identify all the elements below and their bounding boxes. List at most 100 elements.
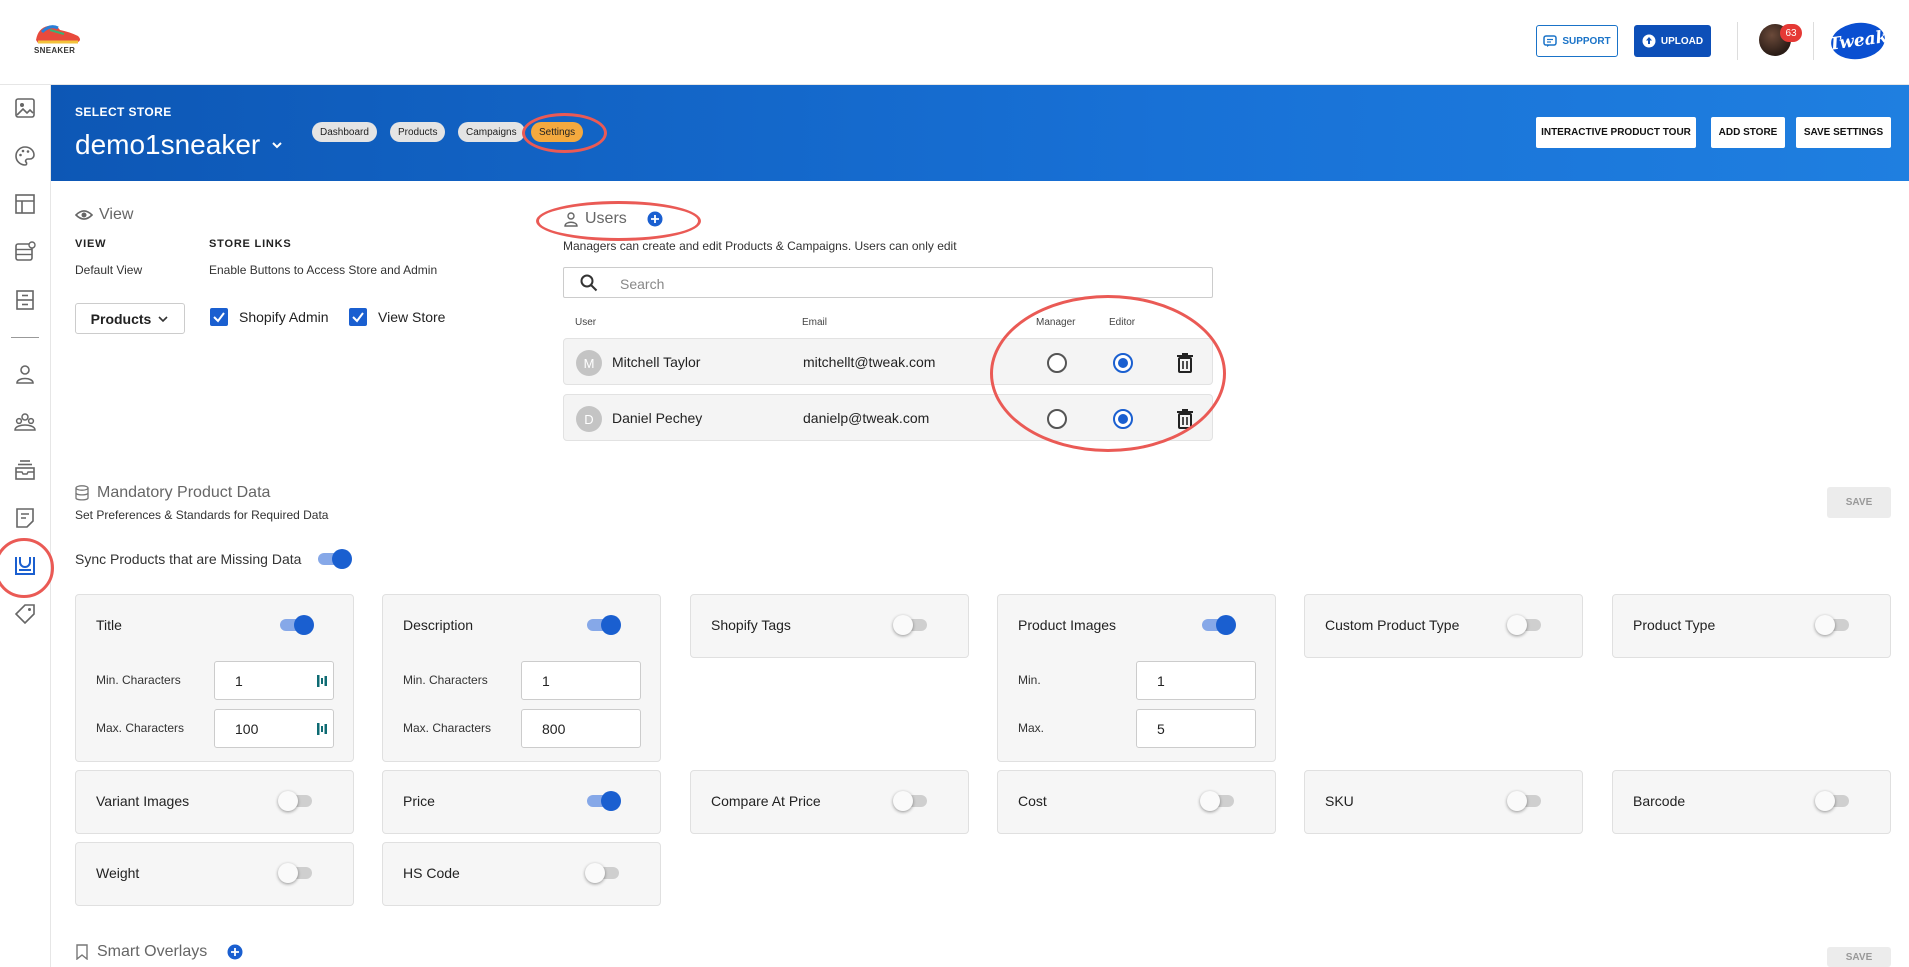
cost-toggle[interactable] — [1200, 791, 1236, 811]
max-characters-label: Max. Characters — [403, 721, 492, 735]
description-toggle[interactable] — [585, 615, 621, 635]
users-description: Managers can create and edit Products & … — [563, 239, 957, 253]
stack-icon — [75, 485, 89, 501]
user-icon[interactable] — [12, 361, 38, 387]
default-view-dropdown[interactable]: Products — [75, 303, 185, 334]
max-label: Max. — [1018, 721, 1045, 735]
smart-overlays-title: Smart Overlays — [75, 943, 243, 961]
min-characters-input[interactable]: 1 — [521, 661, 641, 700]
tag-icon[interactable] — [12, 601, 38, 627]
store-selector[interactable]: demo1sneaker — [75, 129, 284, 161]
price-card: Price — [382, 770, 661, 834]
layout-icon[interactable] — [12, 191, 38, 217]
palette-icon[interactable] — [12, 143, 38, 169]
mandatory-save-button[interactable]: SAVE — [1827, 487, 1891, 518]
store-settings-icon[interactable] — [12, 553, 38, 579]
min-characters-label: Min. Characters — [96, 673, 181, 687]
card-title: Variant Images — [96, 793, 190, 809]
smart-overlays-label: Smart Overlays — [97, 943, 208, 960]
editor-radio[interactable] — [1113, 353, 1133, 373]
add-overlay-icon[interactable] — [227, 944, 243, 960]
shopify-tags-toggle[interactable] — [893, 615, 929, 635]
user-search-field[interactable]: Search — [563, 267, 1213, 298]
min-characters-value: 1 — [235, 673, 243, 689]
inbox-stack-icon[interactable] — [12, 457, 38, 483]
weight-card: Weight — [75, 842, 354, 906]
product-images-toggle[interactable] — [1200, 615, 1236, 635]
manager-radio[interactable] — [1047, 409, 1067, 429]
view-label: VIEW — [75, 238, 107, 250]
card-title: Cost — [1018, 793, 1047, 809]
shopify-tags-card: Shopify Tags — [690, 594, 969, 658]
user-email: mitchellt@tweak.com — [803, 354, 936, 370]
trash-icon[interactable] — [1175, 352, 1195, 374]
sync-products-toggle[interactable] — [316, 549, 352, 569]
mandatory-section-title: Mandatory Product Data — [75, 484, 270, 502]
compare-at-price-toggle[interactable] — [893, 791, 929, 811]
barcode-toggle[interactable] — [1815, 791, 1851, 811]
variant-images-toggle[interactable] — [278, 791, 314, 811]
tweak-logo[interactable]: Tweak — [1827, 19, 1889, 63]
manager-radio[interactable] — [1047, 353, 1067, 373]
users-title: Users — [585, 210, 627, 227]
price-toggle[interactable] — [585, 791, 621, 811]
product-tour-button[interactable]: INTERACTIVE PRODUCT TOUR — [1536, 117, 1696, 148]
archive-icon[interactable] — [12, 287, 38, 313]
save-settings-button[interactable]: SAVE SETTINGS — [1796, 117, 1891, 148]
user-name: Mitchell Taylor — [612, 354, 701, 370]
max-characters-label: Max. Characters — [96, 721, 185, 735]
sneaker-logo[interactable] — [30, 18, 86, 64]
notification-badge[interactable]: 63 — [1780, 24, 1802, 42]
max-images-input[interactable]: 5 — [1136, 709, 1256, 748]
tab-products[interactable]: Products — [390, 122, 446, 142]
default-view-value: Products — [90, 310, 152, 327]
trash-icon[interactable] — [1175, 408, 1195, 430]
max-characters-input[interactable]: 100 — [214, 709, 334, 748]
document-icon[interactable] — [12, 505, 38, 531]
view-title: View — [99, 206, 134, 223]
tab-settings[interactable]: Settings — [531, 122, 584, 142]
store-name: demo1sneaker — [75, 129, 261, 160]
min-characters-value: 1 — [542, 673, 550, 689]
image-icon[interactable] — [12, 95, 38, 121]
tab-dashboard[interactable]: Dashboard — [312, 122, 377, 142]
min-label: Min. — [1018, 673, 1041, 687]
editor-radio[interactable] — [1113, 409, 1133, 429]
users-group-icon[interactable] — [12, 409, 38, 435]
overlays-save-button[interactable]: SAVE — [1827, 947, 1891, 967]
shopify-admin-checkbox[interactable] — [210, 308, 228, 326]
support-label: SUPPORT — [1562, 35, 1611, 47]
add-store-button[interactable]: ADD STORE — [1711, 117, 1785, 148]
compare-at-price-card: Compare At Price — [690, 770, 969, 834]
weight-toggle[interactable] — [278, 863, 314, 883]
checkmark-icon — [213, 312, 225, 323]
title-card: Title Min. Characters 1 Max. Characters … — [75, 594, 354, 762]
chevron-down-icon — [272, 142, 282, 149]
view-store-checkbox[interactable] — [349, 308, 367, 326]
support-button[interactable]: SUPPORT — [1536, 25, 1618, 57]
user-outline-icon — [564, 212, 578, 227]
custom-product-type-toggle[interactable] — [1507, 615, 1543, 635]
chat-icon — [1543, 35, 1558, 47]
card-title: Barcode — [1633, 793, 1686, 809]
variant-images-card: Variant Images — [75, 770, 354, 834]
database-icon[interactable] — [12, 239, 38, 265]
card-title: Compare At Price — [711, 793, 821, 809]
add-user-icon[interactable] — [647, 211, 663, 227]
max-characters-input[interactable]: 800 — [521, 709, 641, 748]
eye-icon — [75, 210, 93, 220]
min-characters-input[interactable]: 1 — [214, 661, 334, 700]
product-type-toggle[interactable] — [1815, 615, 1851, 635]
sku-toggle[interactable] — [1507, 791, 1543, 811]
title-toggle[interactable] — [278, 615, 314, 635]
card-title: SKU — [1325, 793, 1354, 809]
card-title: Title — [96, 617, 122, 633]
column-header-manager: Manager — [1036, 317, 1076, 328]
upload-button[interactable]: UPLOAD — [1634, 25, 1711, 57]
sync-products-label: Sync Products that are Missing Data — [75, 551, 302, 567]
hs-code-toggle[interactable] — [585, 863, 621, 883]
card-title: HS Code — [403, 865, 460, 881]
tab-campaigns[interactable]: Campaigns — [458, 122, 525, 142]
min-images-input[interactable]: 1 — [1136, 661, 1256, 700]
column-header-user: User — [575, 317, 597, 328]
